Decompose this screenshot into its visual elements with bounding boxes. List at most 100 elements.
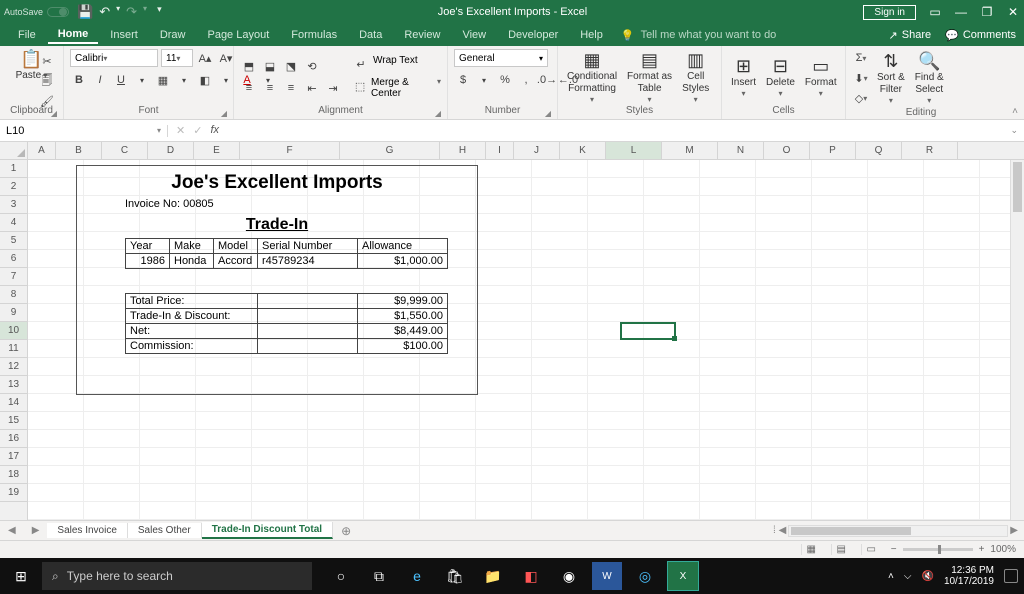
tray-chevron-icon[interactable]: ˄ bbox=[888, 571, 894, 582]
edge-icon[interactable]: e bbox=[402, 562, 432, 590]
col-header[interactable]: Q bbox=[856, 142, 902, 160]
tab-formulas[interactable]: Formulas bbox=[281, 27, 347, 43]
row-header[interactable]: 8 bbox=[0, 286, 27, 304]
qat-customize-icon[interactable]: ▾ bbox=[157, 4, 162, 20]
fx-icon[interactable]: fx bbox=[210, 124, 219, 137]
number-launcher-icon[interactable]: ◢ bbox=[545, 109, 551, 118]
sheet-nav-next-icon[interactable]: ▶ bbox=[24, 525, 48, 536]
underline-dropdown-icon[interactable]: ▾ bbox=[133, 71, 151, 89]
tab-developer[interactable]: Developer bbox=[498, 27, 568, 43]
network-icon[interactable]: ⌵ bbox=[904, 571, 912, 582]
cells-area[interactable]: Joe's Excellent Imports Invoice No: 0080… bbox=[28, 160, 1024, 520]
borders-dropdown-icon[interactable]: ▾ bbox=[175, 71, 193, 89]
app-icon[interactable]: ◧ bbox=[516, 562, 546, 590]
merge-center-button[interactable]: ⬚Merge & Center bbox=[352, 77, 441, 99]
font-size-select[interactable]: 11 bbox=[161, 49, 193, 67]
alignment-launcher-icon[interactable]: ◢ bbox=[435, 109, 441, 118]
row-header[interactable]: 18 bbox=[0, 466, 27, 484]
start-button[interactable]: ⊞ bbox=[0, 568, 42, 585]
sheet-tab[interactable]: Sales Other bbox=[128, 523, 202, 538]
zoom-control[interactable]: − + 100% bbox=[891, 544, 1016, 555]
tab-insert[interactable]: Insert bbox=[100, 27, 148, 43]
col-header[interactable]: K bbox=[560, 142, 606, 160]
sheet-tab-active[interactable]: Trade-In Discount Total bbox=[202, 522, 333, 539]
expand-formula-bar-icon[interactable]: ⌄ bbox=[1004, 125, 1024, 136]
align-top-icon[interactable]: ⬒ bbox=[240, 57, 258, 75]
selected-cell[interactable] bbox=[620, 322, 676, 340]
align-right-icon[interactable]: ≡ bbox=[282, 79, 300, 97]
delete-cells-button[interactable]: ⊟Delete bbox=[763, 56, 798, 98]
sign-in-button[interactable]: Sign in bbox=[863, 5, 916, 20]
col-header[interactable]: N bbox=[718, 142, 764, 160]
col-header[interactable]: B bbox=[56, 142, 102, 160]
decrease-font-icon[interactable]: A▾ bbox=[217, 49, 235, 67]
increase-indent-icon[interactable]: ⇥ bbox=[324, 79, 342, 97]
enter-formula-icon[interactable]: ✓ bbox=[193, 124, 202, 137]
store-icon[interactable]: 🛍 bbox=[440, 562, 470, 590]
fill-dropdown-icon[interactable]: ▾ bbox=[217, 71, 235, 89]
orientation-icon[interactable]: ⟲ bbox=[303, 57, 321, 75]
col-header[interactable]: M bbox=[662, 142, 718, 160]
col-header[interactable]: O bbox=[764, 142, 810, 160]
sort-filter-button[interactable]: ⇅Sort &Filter bbox=[874, 51, 908, 105]
increase-font-icon[interactable]: A▴ bbox=[196, 49, 214, 67]
minimize-icon[interactable]: — bbox=[954, 5, 968, 19]
notifications-icon[interactable] bbox=[1004, 569, 1018, 583]
copy-icon[interactable]: 🗐 bbox=[38, 72, 56, 90]
excel-taskbar-icon[interactable]: X bbox=[668, 562, 698, 590]
cell-styles-button[interactable]: ▥CellStyles bbox=[679, 50, 712, 104]
font-launcher-icon[interactable]: ◢ bbox=[221, 109, 227, 118]
conditional-formatting-button[interactable]: ▦ConditionalFormatting bbox=[564, 50, 620, 104]
row-header[interactable]: 10 bbox=[0, 322, 27, 340]
row-header[interactable]: 16 bbox=[0, 430, 27, 448]
zoom-in-icon[interactable]: + bbox=[979, 544, 985, 555]
collapse-ribbon-icon[interactable]: ˄ bbox=[1012, 106, 1018, 117]
find-select-button[interactable]: 🔍Find &Select bbox=[912, 51, 947, 105]
cancel-formula-icon[interactable]: ✕ bbox=[176, 124, 185, 137]
col-header[interactable]: H bbox=[440, 142, 486, 160]
tab-home[interactable]: Home bbox=[48, 26, 99, 44]
tab-data[interactable]: Data bbox=[349, 27, 392, 43]
fill-color-icon[interactable]: ◧ bbox=[196, 71, 214, 89]
col-header[interactable]: P bbox=[810, 142, 856, 160]
clipboard-launcher-icon[interactable]: ◢ bbox=[51, 109, 57, 118]
format-as-table-button[interactable]: ▤Format asTable bbox=[624, 50, 675, 104]
row-header[interactable]: 2 bbox=[0, 178, 27, 196]
currency-icon[interactable]: $ bbox=[454, 71, 472, 89]
tab-page-layout[interactable]: Page Layout bbox=[197, 27, 279, 43]
zoom-slider[interactable] bbox=[903, 548, 973, 551]
col-header[interactable]: R bbox=[902, 142, 958, 160]
decrease-indent-icon[interactable]: ⇤ bbox=[303, 79, 321, 97]
undo-icon[interactable]: ↶ bbox=[99, 4, 110, 20]
increase-decimal-icon[interactable]: .0→ bbox=[538, 71, 556, 89]
cortana-icon[interactable]: ○ bbox=[326, 562, 356, 590]
col-header[interactable]: C bbox=[102, 142, 148, 160]
share-button[interactable]: ↗Share bbox=[889, 29, 932, 42]
underline-button[interactable]: U bbox=[112, 71, 130, 89]
page-layout-view-icon[interactable]: ▤ bbox=[831, 544, 851, 555]
tab-help[interactable]: Help bbox=[570, 27, 613, 43]
zoom-level[interactable]: 100% bbox=[990, 544, 1016, 555]
zoom-out-icon[interactable]: − bbox=[891, 544, 897, 555]
col-header[interactable]: E bbox=[194, 142, 240, 160]
file-explorer-icon[interactable]: 📁 bbox=[478, 562, 508, 590]
row-header[interactable]: 7 bbox=[0, 268, 27, 286]
clear-icon[interactable]: ◇ bbox=[852, 89, 870, 107]
wrap-text-button[interactable]: ↵Wrap Text bbox=[352, 55, 441, 73]
tab-view[interactable]: View bbox=[452, 27, 496, 43]
row-header[interactable]: 14 bbox=[0, 394, 27, 412]
align-center-icon[interactable]: ≡ bbox=[261, 79, 279, 97]
normal-view-icon[interactable]: ▦ bbox=[801, 544, 821, 555]
tab-file[interactable]: File bbox=[8, 27, 46, 43]
page-break-view-icon[interactable]: ▭ bbox=[861, 544, 881, 555]
maximize-icon[interactable]: ❐ bbox=[980, 5, 994, 19]
row-header[interactable]: 6 bbox=[0, 250, 27, 268]
row-header[interactable]: 5 bbox=[0, 232, 27, 250]
scrollbar-thumb[interactable] bbox=[1013, 162, 1022, 212]
name-box[interactable]: L10▾ bbox=[0, 125, 168, 137]
task-view-icon[interactable]: ⧉ bbox=[364, 562, 394, 590]
comments-button[interactable]: 💬Comments bbox=[945, 29, 1016, 42]
groove-icon[interactable]: ◎ bbox=[630, 562, 660, 590]
align-left-icon[interactable]: ≡ bbox=[240, 79, 258, 97]
col-header[interactable]: F bbox=[240, 142, 340, 160]
